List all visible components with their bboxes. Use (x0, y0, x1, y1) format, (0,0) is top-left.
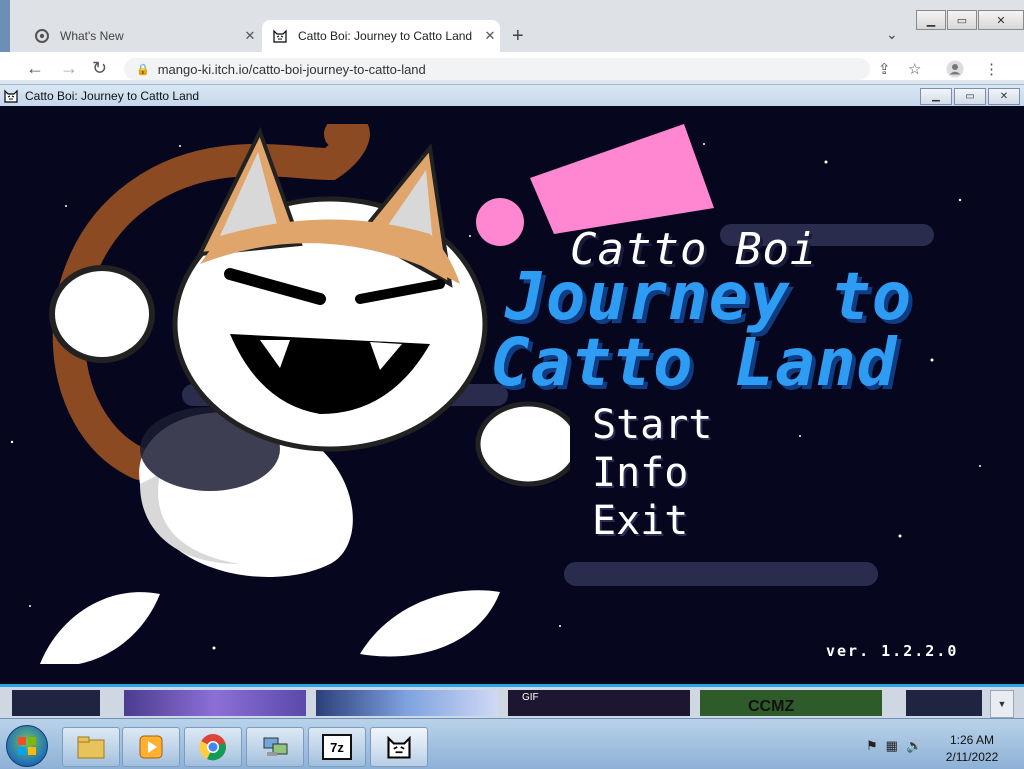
action-center-flag-icon[interactable]: ⚑ (866, 738, 878, 754)
game-window-controls: ▁ ▭ ✕ (918, 88, 1020, 105)
menu-kebab-icon[interactable]: ⋮ (984, 60, 999, 78)
chrome-icon (199, 734, 226, 761)
tab-search-icon[interactable]: ⌄ (886, 26, 898, 43)
system-tray: ⚑ ▦ 🔊 (866, 738, 922, 754)
scroll-down-button[interactable]: ▼ (990, 690, 1014, 718)
clock-date: 2/11/2022 (945, 750, 999, 764)
game-window-titlebar: Catto Boi: Journey to Catto Land ▁ ▭ ✕ (0, 84, 1024, 107)
taskbar-file-explorer[interactable] (62, 727, 120, 767)
close-button[interactable]: ✕ (978, 10, 1024, 30)
reload-icon[interactable]: ↻ (92, 58, 107, 79)
game-thumbnail[interactable] (124, 690, 306, 716)
taskbar-7zip[interactable]: 7z (308, 727, 366, 767)
folder-icon (77, 736, 105, 759)
profile-icon[interactable] (946, 60, 964, 82)
browser-chrome: M What's New ✕ Catto Boi: Journey to Cat… (0, 0, 1024, 80)
minimize-button[interactable]: ▁ (916, 10, 946, 30)
taskbar-catto-boi[interactable] (370, 727, 428, 767)
game-thumbnail[interactable]: CCMZ (700, 690, 882, 716)
taskbar-media-player[interactable] (122, 727, 180, 767)
network-computer-icon (263, 737, 288, 756)
gif-badge: GIF (522, 692, 539, 703)
game-canvas[interactable]: Catto Boi Journey to Catto Land Start In… (0, 106, 1024, 684)
taskbar-chrome[interactable] (184, 727, 242, 767)
7zip-icon: 7z (322, 734, 352, 760)
taskbar-network-tool[interactable] (246, 727, 304, 767)
tab-whats-new[interactable]: What's New ✕ (24, 20, 260, 52)
maximize-button[interactable]: ▭ (954, 88, 986, 105)
close-icon[interactable]: ✕ (480, 28, 500, 44)
game-thumbnail[interactable] (12, 690, 100, 716)
cat-icon (272, 28, 288, 44)
menu-info-button[interactable]: Info (592, 450, 688, 496)
new-tab-button[interactable]: + (512, 25, 524, 48)
game-thumbnail[interactable]: GIF (508, 690, 690, 716)
tab-title: Catto Boi: Journey to Catto Land (298, 29, 473, 43)
bookmark-star-icon[interactable]: ☆ (908, 60, 921, 78)
tab-title: What's New (60, 29, 124, 43)
decor-bar (564, 562, 878, 586)
cat-icon (4, 89, 18, 103)
catto-boi-character (40, 124, 570, 664)
share-icon[interactable]: ⇪ (878, 60, 891, 78)
minimize-button[interactable]: ▁ (920, 88, 952, 105)
menu-exit-button[interactable]: Exit (592, 498, 688, 544)
address-bar[interactable]: 🔒 mango-ki.itch.io/catto-boi-journey-to-… (124, 58, 870, 80)
lock-icon: 🔒 (136, 63, 150, 76)
chrome-gear-icon (34, 28, 50, 44)
game-window-title: Catto Boi: Journey to Catto Land (25, 89, 200, 103)
volume-icon[interactable]: 🔊 (906, 738, 922, 754)
game-thumbnail[interactable] (316, 690, 498, 716)
windows-start-button[interactable] (6, 725, 48, 767)
network-icon[interactable]: ▦ (886, 738, 898, 754)
browser-window-controls: ▁ ▭ ✕ (916, 10, 1024, 30)
version-label: ver. 1.2.2.0 (826, 642, 959, 660)
url-text: mango-ki.itch.io/catto-boi-journey-to-ca… (157, 61, 426, 77)
taskbar-clock[interactable]: 1:26 AM 2/11/2022 (934, 732, 1010, 766)
close-button[interactable]: ✕ (988, 88, 1020, 105)
media-player-icon (139, 735, 163, 759)
game-title-line-2: Catto Land (490, 324, 898, 401)
windows-logo-icon (18, 737, 36, 755)
clock-time: 1:26 AM (949, 733, 995, 747)
forward-icon[interactable]: → (60, 58, 78, 79)
back-icon[interactable]: ← (26, 58, 44, 79)
close-icon[interactable]: ✕ (240, 28, 260, 44)
thumbnail-label: CCMZ (748, 698, 795, 715)
tab-catto-boi[interactable]: Catto Boi: Journey to Catto Land ✕ (262, 20, 500, 52)
game-thumbnail[interactable] (906, 690, 982, 716)
maximize-button[interactable]: ▭ (947, 10, 977, 30)
menu-start-button[interactable]: Start (592, 402, 712, 448)
cat-icon (387, 735, 411, 759)
